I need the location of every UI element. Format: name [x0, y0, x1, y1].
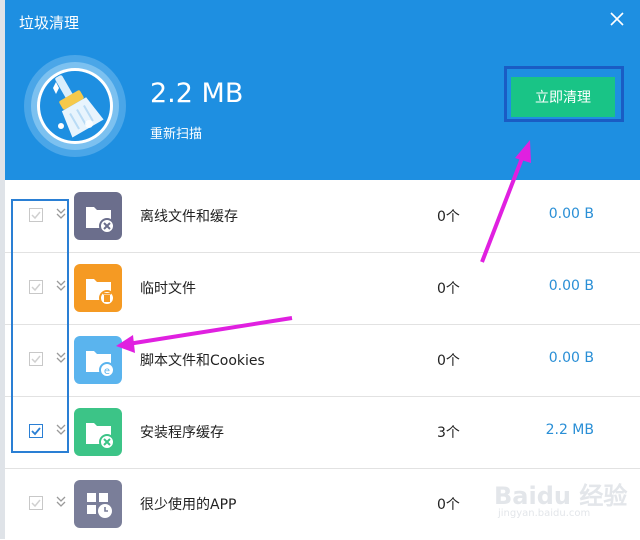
checkmark-icon — [31, 499, 41, 508]
item-name: 脚本文件和Cookies — [140, 353, 265, 369]
expand-chevron-icon[interactable] — [55, 278, 67, 292]
item-name: 很少使用的APP — [140, 497, 237, 513]
expand-chevron-icon[interactable] — [55, 206, 67, 220]
folder-ie-icon: e — [74, 336, 122, 384]
item-size: 0.00 B — [548, 350, 594, 366]
item-name: 安装程序缓存 — [140, 425, 224, 441]
item-name: 离线文件和缓存 — [140, 209, 238, 225]
item-checkbox[interactable] — [29, 280, 43, 294]
checkmark-icon — [31, 427, 41, 436]
broom-logo-icon — [24, 55, 126, 157]
item-checkbox[interactable] — [29, 424, 43, 438]
item-name: 临时文件 — [140, 281, 196, 297]
window-title: 垃圾清理 — [19, 14, 80, 32]
expand-chevron-icon[interactable] — [55, 350, 67, 364]
item-size: 2.2 MB — [545, 422, 594, 438]
list-item: e 脚本文件和Cookies 0个 0.00 B — [5, 324, 640, 397]
item-checkbox[interactable] — [29, 352, 43, 366]
svg-text:e: e — [104, 366, 110, 377]
item-size: 0.00 B — [548, 278, 594, 294]
folder-close-icon — [74, 192, 122, 240]
item-size: 0.00 B — [548, 206, 594, 222]
item-count: 0个 — [437, 281, 460, 297]
item-count: 0个 — [437, 209, 460, 225]
checkmark-icon — [31, 283, 41, 292]
folder-tools-icon — [74, 408, 122, 456]
close-button[interactable] — [608, 10, 626, 28]
item-checkbox[interactable] — [29, 496, 43, 510]
list-item: 安装程序缓存 3个 2.2 MB — [5, 396, 640, 469]
item-count: 0个 — [437, 497, 460, 513]
list-item: 临时文件 0个 0.00 B — [5, 252, 640, 325]
item-checkbox[interactable] — [29, 208, 43, 222]
rescan-link[interactable]: 重新扫描 — [150, 123, 202, 142]
expand-chevron-icon[interactable] — [55, 494, 67, 508]
list-item: 很少使用的APP 0个 — [5, 468, 640, 540]
item-count: 0个 — [437, 353, 460, 369]
checkmark-icon — [31, 355, 41, 364]
app-clock-icon — [74, 480, 122, 528]
total-size: 2.2 MB — [150, 78, 244, 109]
checkmark-icon — [31, 211, 41, 220]
close-icon — [610, 12, 624, 26]
clean-now-button[interactable]: 立即清理 — [511, 77, 615, 117]
expand-chevron-icon[interactable] — [55, 422, 67, 436]
list-item: 离线文件和缓存 0个 0.00 B — [5, 180, 640, 253]
folder-trash-icon — [74, 264, 122, 312]
item-count: 3个 — [437, 425, 460, 441]
